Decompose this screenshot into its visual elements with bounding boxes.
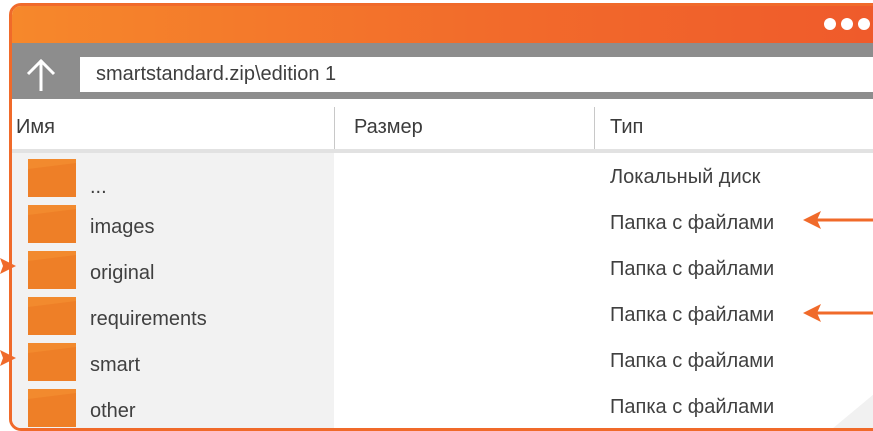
more-dots-icon[interactable] — [824, 18, 870, 30]
arrow-pointer-icon — [803, 211, 873, 229]
dot — [841, 18, 853, 30]
list-item[interactable]: ... Локальный диск — [12, 155, 873, 201]
folder-icon — [28, 343, 76, 381]
column-header-name[interactable]: Имя — [16, 99, 55, 149]
list-item[interactable]: original Папка с файлами — [12, 247, 873, 293]
dot — [858, 18, 870, 30]
arrow-pointer-icon — [0, 350, 16, 366]
arrow-pointer-icon — [0, 258, 16, 274]
column-header-type[interactable]: Тип — [610, 99, 643, 149]
file-list: ... Локальный диск images Папка с файлам… — [12, 153, 873, 428]
file-name: images — [90, 216, 155, 238]
file-name: smart — [90, 354, 140, 376]
folder-icon — [28, 159, 76, 197]
column-header-size[interactable]: Размер — [354, 99, 423, 149]
arrow-pointer-icon — [803, 304, 873, 322]
file-type: Локальный диск — [610, 166, 761, 188]
path-field[interactable]: smartstandard.zip\edition 1 — [80, 57, 873, 92]
list-item[interactable]: images Папка с файлами — [12, 201, 873, 247]
dot — [824, 18, 836, 30]
file-type: Папка с файлами — [610, 258, 775, 280]
file-type: Папка с файлами — [610, 304, 775, 326]
folder-icon — [28, 205, 76, 243]
column-divider[interactable] — [334, 107, 335, 149]
folder-icon — [28, 389, 76, 427]
list-item[interactable]: requirements Папка с файлами — [12, 293, 873, 339]
arrow-up-icon — [26, 58, 56, 91]
list-item[interactable]: smart Папка с файлами — [12, 339, 873, 385]
file-type: Папка с файлами — [610, 212, 775, 234]
file-name: original — [90, 262, 155, 284]
up-button[interactable] — [18, 55, 64, 95]
address-bar: smartstandard.zip\edition 1 — [12, 43, 873, 99]
file-type: Папка с файлами — [610, 350, 775, 372]
folder-icon — [28, 251, 76, 289]
column-divider[interactable] — [594, 107, 595, 149]
file-browser-window: smartstandard.zip\edition 1 Имя Размер Т… — [9, 3, 873, 431]
list-item[interactable]: other Папка с файлами — [12, 385, 873, 428]
folder-icon — [28, 297, 76, 335]
title-bar — [12, 6, 873, 43]
file-type: Папка с файлами — [610, 396, 775, 418]
file-name: requirements — [90, 308, 207, 330]
file-name: other — [90, 400, 136, 422]
corner-decoration — [833, 394, 873, 428]
file-name: ... — [90, 176, 107, 198]
column-header: Имя Размер Тип — [12, 99, 873, 149]
